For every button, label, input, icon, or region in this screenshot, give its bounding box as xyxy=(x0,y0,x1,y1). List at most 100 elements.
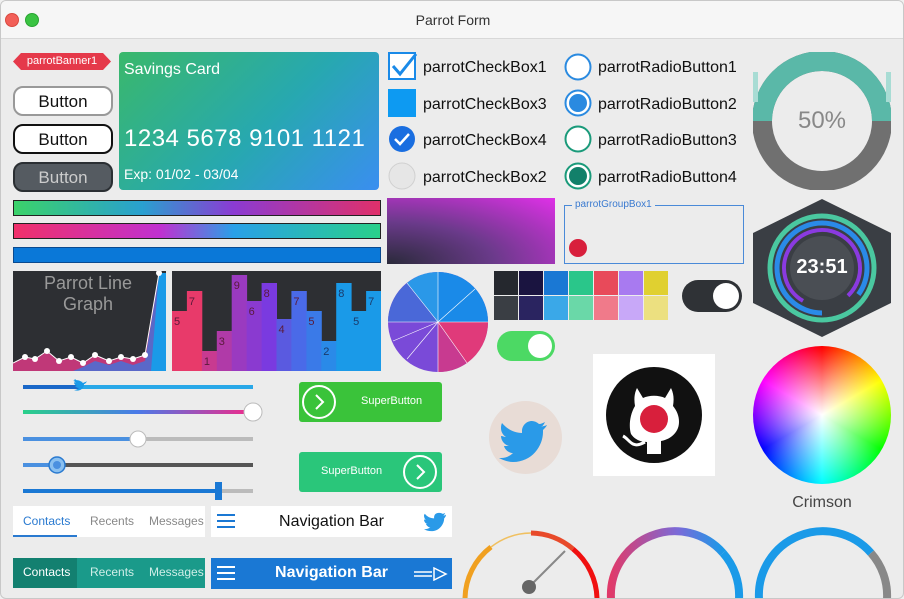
checkbox-1-label: parrotCheckBox1 xyxy=(423,59,547,76)
tab-recents[interactable]: Recents xyxy=(90,565,134,579)
slider-blue[interactable] xyxy=(23,429,253,449)
swatch[interactable] xyxy=(644,296,668,320)
tab-recents[interactable]: Recents xyxy=(90,514,134,528)
active-tab-indicator xyxy=(13,535,77,537)
tab-contacts[interactable]: Contacts xyxy=(23,514,70,528)
swatch[interactable] xyxy=(544,296,568,320)
gradient-progress-bar-2 xyxy=(13,223,381,239)
bar-graph-label: 4 xyxy=(279,324,285,336)
navigation-bar-blue: Navigation Bar xyxy=(211,558,452,589)
bar-graph-label: 7 xyxy=(293,296,299,308)
hexagon-clock: 23:51 xyxy=(753,199,891,337)
slider-gradient[interactable] xyxy=(23,402,263,422)
checkbox-4-label: parrotCheckBox4 xyxy=(423,132,547,149)
gradient-progress-bar-1 xyxy=(13,200,381,216)
checkbox-2-label: parrotCheckBox2 xyxy=(423,169,547,186)
arc-gauge-blue xyxy=(753,519,893,598)
button-outline[interactable]: Button xyxy=(13,124,113,154)
tab-messages[interactable]: Messages xyxy=(149,565,204,579)
card-expiry: Exp: 01/02 - 03/04 xyxy=(124,166,239,182)
swatch[interactable] xyxy=(569,296,593,320)
toggle-knob xyxy=(528,334,552,358)
navigation-bar-title: Navigation Bar xyxy=(279,513,384,530)
super-button-1[interactable]: SuperButton xyxy=(299,382,442,422)
toggle-switch-dark[interactable] xyxy=(682,280,742,312)
parrot-form-window: Parrot Form parrotBanner1 Button Button … xyxy=(0,0,904,599)
unchecked-circle-icon xyxy=(388,162,416,190)
button-light[interactable]: Button xyxy=(13,86,113,116)
slider-dark[interactable] xyxy=(23,455,253,475)
group-box-label: parrotGroupBox1 xyxy=(572,199,655,210)
card-title: Savings Card xyxy=(124,61,221,78)
bar-graph-label: 6 xyxy=(249,306,255,318)
arrow-right-icon xyxy=(302,385,336,419)
slider-handle[interactable] xyxy=(23,481,253,501)
title-bar: Parrot Form xyxy=(1,1,903,39)
checkbox-2[interactable] xyxy=(388,162,416,190)
swatch[interactable] xyxy=(494,271,518,295)
radio-button-3-label: parrotRadioButton3 xyxy=(598,132,737,149)
window-title: Parrot Form xyxy=(415,12,491,28)
tab-messages[interactable]: Messages xyxy=(149,514,204,528)
toggle-switch-green[interactable] xyxy=(497,331,555,361)
swatch[interactable] xyxy=(494,296,518,320)
swatch[interactable] xyxy=(519,271,543,295)
checkmark-icon xyxy=(389,126,415,152)
button-dark[interactable]: Button xyxy=(13,162,113,192)
swatch[interactable] xyxy=(594,296,618,320)
card-number: 1234 5678 9101 1121 xyxy=(124,125,366,152)
bar-graph-label: 8 xyxy=(338,288,344,300)
radio-button-4[interactable] xyxy=(564,162,592,190)
savings-card: Savings Card 1234 5678 9101 1121 Exp: 01… xyxy=(119,52,379,190)
arrow-right-icon xyxy=(403,455,437,489)
slider-twitter[interactable] xyxy=(23,377,253,397)
group-box: parrotGroupBox1 xyxy=(564,199,744,264)
parrot-line-graph: Parrot Line Graph xyxy=(13,271,166,371)
speed-meter-gauge xyxy=(461,519,601,598)
radio-button-4-label: parrotRadioButton4 xyxy=(598,169,737,186)
tab-bar-teal: Contacts Recents Messages xyxy=(13,558,205,588)
swatch[interactable] xyxy=(519,296,543,320)
tab-contacts[interactable]: Contacts xyxy=(23,565,70,579)
bar-graph-label: 7 xyxy=(189,296,195,308)
swatch[interactable] xyxy=(544,271,568,295)
swatch[interactable] xyxy=(619,296,643,320)
checkbox-3-label: parrotCheckBox3 xyxy=(423,96,547,113)
super-button-2[interactable]: SuperButton xyxy=(299,452,442,492)
swatch[interactable] xyxy=(619,271,643,295)
pie-chart xyxy=(387,271,489,373)
bar-graph-label: 8 xyxy=(264,288,270,300)
navigation-bar-light: Navigation Bar xyxy=(211,506,452,537)
crimson-dot xyxy=(569,239,587,257)
bar-graph-label: 5 xyxy=(174,316,180,328)
checkbox-3[interactable] xyxy=(388,89,416,117)
checkmark-icon xyxy=(388,52,418,80)
radio-button-2-label: parrotRadioButton2 xyxy=(598,96,737,113)
bar-graph-label: 5 xyxy=(308,316,314,328)
twitter-icon[interactable] xyxy=(424,512,446,532)
bar-graph: 57139684752857 xyxy=(172,271,382,371)
swatch[interactable] xyxy=(594,271,618,295)
radio-button-2[interactable] xyxy=(564,89,592,117)
arc-gauge-gradient xyxy=(605,519,745,598)
gradient-panel xyxy=(387,198,555,264)
bar-graph-label: 9 xyxy=(234,280,240,292)
twitter-icon[interactable] xyxy=(489,401,562,474)
toggle-knob xyxy=(713,283,739,309)
bar-graph-label: 7 xyxy=(368,296,374,308)
circular-progress-text: 50% xyxy=(797,107,847,134)
swatch[interactable] xyxy=(644,271,668,295)
circular-progress: 50% xyxy=(748,51,896,191)
color-wheel[interactable] xyxy=(753,346,891,484)
color-swatch-grid[interactable] xyxy=(494,271,668,321)
radio-button-1[interactable] xyxy=(564,53,592,81)
swatch[interactable] xyxy=(569,271,593,295)
checkbox-4[interactable] xyxy=(388,125,416,153)
github-icon[interactable] xyxy=(593,354,715,476)
bar-graph-label: 2 xyxy=(323,346,329,358)
parrot-banner: parrotBanner1 xyxy=(13,53,111,70)
double-arrow-icon[interactable] xyxy=(412,567,448,581)
tab-bar-light: Contacts Recents Messages xyxy=(13,506,205,537)
radio-button-3[interactable] xyxy=(564,125,592,153)
checkbox-1[interactable] xyxy=(388,52,418,80)
